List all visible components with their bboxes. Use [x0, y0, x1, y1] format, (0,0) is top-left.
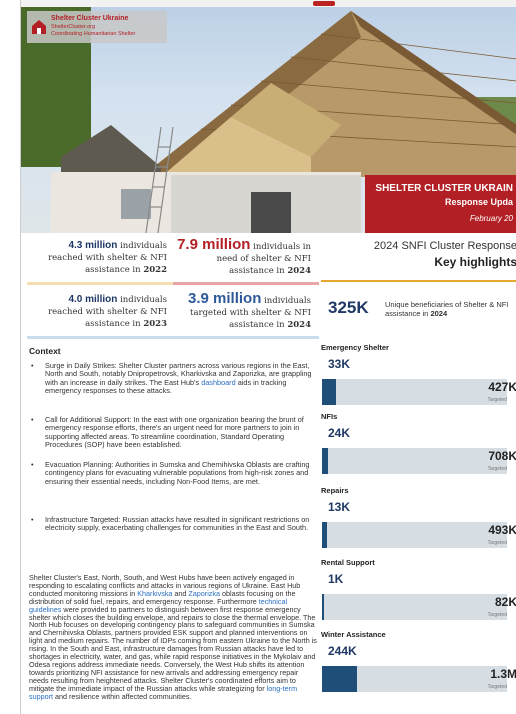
- sector-reached: 33K: [328, 357, 351, 371]
- stat-number: 7.9 million: [177, 236, 251, 253]
- title-banner: SHELTER CLUSTER UKRAIN Response Upda Feb…: [365, 175, 516, 233]
- sector-target-label: Targeted: [487, 684, 507, 690]
- stat-number: 3.9 million: [188, 290, 262, 307]
- sector-target-label: Targeted: [487, 612, 507, 618]
- bullet-text: Surge in Daily Strikes: Shelter Cluster …: [45, 361, 315, 395]
- brand-name: Shelter Cluster Ukraine: [51, 15, 129, 22]
- brand-site[interactable]: ShelterCluster.org: [51, 24, 95, 30]
- sector-target: 1.3M: [490, 667, 516, 681]
- sector-progress-fill: [322, 379, 337, 405]
- banner-date: February 20: [469, 214, 513, 223]
- hero-photo: Shelter Cluster Ukraine ShelterCluster.o…: [21, 7, 516, 233]
- stat-year: 2024: [287, 266, 311, 276]
- context-bullet: • Call for Additional Support: In the ea…: [31, 415, 315, 449]
- stat-underline: [173, 282, 319, 285]
- bullet-dot: •: [31, 515, 34, 524]
- sector-progress-fill: [322, 594, 325, 620]
- stat-year: 2023: [143, 319, 167, 329]
- kpi-unique-beneficiaries: 325K: [328, 298, 369, 317]
- stat-underline: [27, 282, 173, 285]
- context-bullet: • Infrastructure Targeted: Russian attac…: [31, 515, 315, 533]
- stat-underline: [27, 336, 173, 339]
- para-text: were provided to partners to distinguish…: [29, 604, 317, 693]
- sector-reached: 244K: [328, 644, 357, 658]
- kpi-desc-year: 2024: [430, 309, 448, 318]
- sector-progress-bar: [322, 379, 507, 405]
- sector-reached: 24K: [328, 426, 351, 440]
- kpi-description: Unique beneficiaries of Shelter & NFI as…: [385, 300, 516, 318]
- sector-name: NFIs: [321, 412, 338, 421]
- bullet-text: Call for Additional Support: In the east…: [45, 415, 304, 449]
- bullet-dot: •: [31, 415, 34, 424]
- sector-progress-fill: [322, 522, 327, 548]
- key-highlights-subtitle: Key highlights: [434, 255, 516, 269]
- stat-need-2024: 7.9 million individuals in need of shelt…: [171, 236, 311, 277]
- top-strip-marker: [313, 1, 335, 6]
- sector-progress-bar: [322, 594, 507, 620]
- sector-progress-fill: [322, 666, 357, 692]
- stat-reached-2022: 4.3 million individuals reached with she…: [31, 240, 167, 276]
- banner-title: SHELTER CLUSTER UKRAIN: [375, 183, 513, 194]
- stat-underline: [173, 336, 319, 339]
- top-strip: [21, 0, 516, 7]
- house-logo-icon: [32, 20, 46, 34]
- bullet-dot: •: [31, 460, 34, 469]
- sector-name: Rental Support: [321, 558, 375, 567]
- stat-number: 4.0 million: [68, 294, 118, 305]
- sector-target-label: Targeted: [487, 466, 507, 472]
- stat-year: 2024: [287, 320, 311, 330]
- context-paragraph: Shelter Cluster's East, North, South, an…: [29, 574, 317, 701]
- sector-target: 427K: [488, 380, 516, 394]
- dashboard-link[interactable]: dashboard: [201, 378, 236, 387]
- sector-name: Emergency Shelter: [321, 343, 389, 352]
- sector-progress-bar: [322, 522, 507, 548]
- sector-reached: 13K: [328, 500, 351, 514]
- context-heading: Context: [29, 346, 61, 356]
- sector-reached: 1K: [328, 572, 344, 586]
- stat-targeted-2024: 3.9 million individuals targeted with sh…: [171, 290, 311, 331]
- sector-progress-bar: [322, 448, 507, 474]
- sector-progress-bar: [322, 666, 507, 692]
- brand-tagline: Coordinating Humanitarian Shelter: [51, 31, 136, 37]
- banner-subtitle: Response Upda: [444, 197, 513, 207]
- report-page: Shelter Cluster Ukraine ShelterCluster.o…: [20, 0, 516, 714]
- sector-target: 493K: [488, 523, 516, 537]
- context-bullet: • Surge in Daily Strikes: Shelter Cluste…: [31, 361, 315, 395]
- cluster-logo: Shelter Cluster Ukraine ShelterCluster.o…: [27, 11, 167, 43]
- stat-reached-2023: 4.0 million individuals reached with she…: [31, 294, 167, 330]
- context-bullet: • Evacuation Planning: Authorities in Su…: [31, 460, 315, 486]
- key-highlights-title: 2024 SNFI Cluster Response: [373, 240, 516, 252]
- sector-target: 82K: [494, 595, 516, 609]
- para-text: and resilience within affected communiti…: [52, 691, 192, 701]
- bullet-dot: •: [31, 361, 34, 370]
- sector-target: 708K: [488, 449, 516, 463]
- sector-name: Winter Assistance: [321, 630, 386, 639]
- key-highlights-divider: [321, 280, 516, 282]
- sector-progress-fill: [322, 448, 329, 474]
- sector-name: Repairs: [321, 486, 349, 495]
- sector-target-label: Targeted: [487, 397, 507, 403]
- sector-target-label: Targeted: [487, 540, 507, 546]
- stat-number: 4.3 million: [68, 240, 118, 251]
- key-highlights-header: 2024 SNFI Cluster Response Key highlight…: [321, 240, 516, 269]
- bullet-text: Evacuation Planning: Authorities in Sums…: [45, 460, 310, 486]
- stat-year: 2022: [143, 265, 167, 275]
- bullet-text: Infrastructure Targeted: Russian attacks…: [45, 515, 310, 533]
